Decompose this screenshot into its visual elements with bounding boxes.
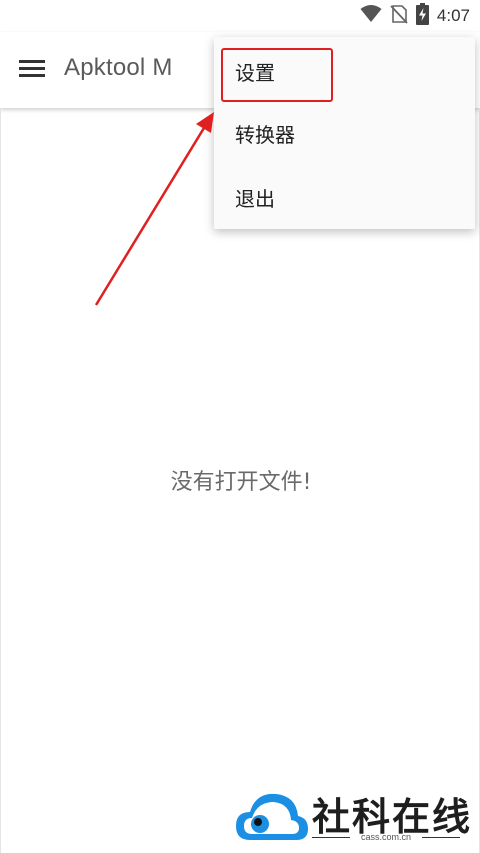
wifi-icon: [360, 5, 382, 27]
menu-item-converter[interactable]: 转换器: [214, 101, 475, 165]
hamburger-menu-button[interactable]: [12, 50, 52, 90]
watermark: 社科在线 cass.com.cn: [232, 776, 480, 853]
status-icons: 4:07: [360, 3, 470, 29]
status-time: 4:07: [436, 6, 470, 25]
annotation-highlight-box: [221, 48, 333, 102]
menu-item-exit[interactable]: 退出: [214, 165, 475, 229]
no-sim-icon: [390, 4, 408, 28]
battery-charging-icon: [415, 3, 429, 29]
menu-item-label: 退出: [235, 186, 275, 211]
menu-item-label: 转换器: [235, 122, 295, 147]
empty-state-message: 没有打开文件!: [170, 470, 312, 495]
app-title: Apktool M: [64, 54, 173, 81]
hamburger-menu-icon: [19, 58, 45, 82]
status-bar: 4:07: [0, 0, 480, 32]
watermark-divider-right: [422, 837, 460, 838]
